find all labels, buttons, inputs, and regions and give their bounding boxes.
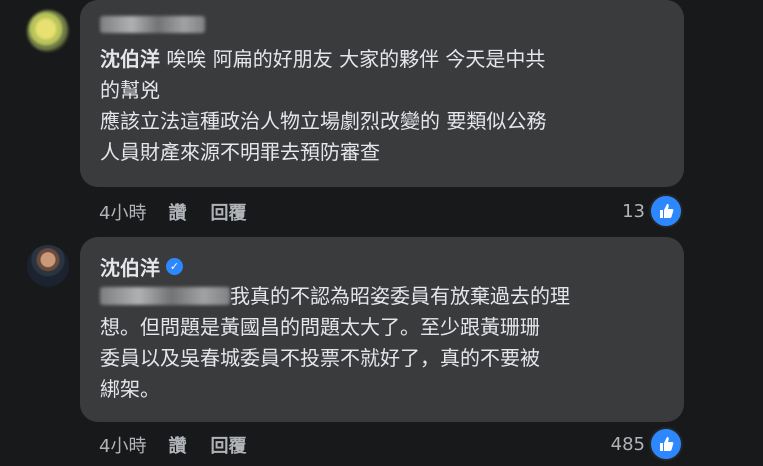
- reaction-count: 485: [610, 433, 645, 455]
- author-name[interactable]: 沈伯洋: [100, 252, 160, 281]
- like-button[interactable]: 讚: [168, 432, 186, 458]
- reply-button[interactable]: 回覆: [210, 199, 246, 225]
- comment-actions: 4小時 讚 回覆: [99, 432, 270, 458]
- comment-time[interactable]: 4小時: [99, 199, 146, 225]
- thumbs-up-icon: [649, 427, 683, 461]
- comment-text: 沈伯洋 唉唉 阿扁的好朋友 大家的夥伴 今天是中共 的幫兇 應該立法這種政治人物…: [100, 44, 546, 168]
- author-avatar[interactable]: [27, 245, 69, 287]
- comment-actions: 4小時 讚 回覆: [99, 199, 270, 225]
- verified-badge-icon: ✓: [166, 258, 183, 275]
- author-name-row: 沈伯洋 ✓: [100, 252, 183, 281]
- commenter-name-blurred[interactable]: [100, 16, 205, 33]
- mention-link[interactable]: 沈伯洋: [100, 47, 160, 71]
- reaction-count: 13: [622, 200, 645, 222]
- comment-time[interactable]: 4小時: [99, 432, 146, 458]
- reaction-summary[interactable]: 485: [611, 427, 683, 461]
- reply-button[interactable]: 回覆: [210, 432, 246, 458]
- thumbs-up-icon: [649, 194, 683, 228]
- like-button[interactable]: 讚: [168, 199, 186, 225]
- comment-body: 唉唉 阿扁的好朋友 大家的夥伴 今天是中共 的幫兇 應該立法這種政治人物立場劇烈…: [100, 47, 547, 164]
- mention-blurred[interactable]: [100, 287, 230, 305]
- comment-text: 我真的不認為昭姿委員有放棄過去的理 想。但問題是黃國昌的問題太大了。至少跟黃珊珊…: [100, 281, 570, 405]
- commenter-name-row: [100, 16, 205, 33]
- reaction-summary[interactable]: 13: [622, 194, 683, 228]
- commenter-avatar[interactable]: [27, 10, 69, 52]
